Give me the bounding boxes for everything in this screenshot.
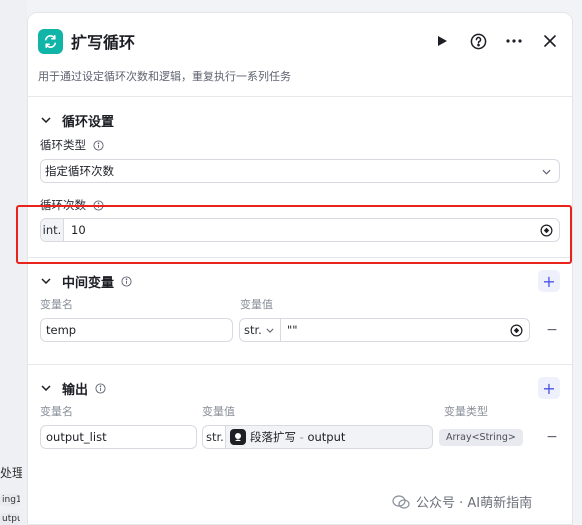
panel-description: 用于通过设定循环次数和逻辑，重复执行一系列任务 [28, 69, 572, 97]
node-avatar-icon [230, 429, 246, 445]
chevron-down-icon[interactable] [40, 382, 52, 394]
output-name-input[interactable]: output_list [40, 425, 197, 449]
type-select[interactable]: str. [239, 318, 281, 342]
col-header-value: 变量值 [202, 405, 235, 418]
loop-type-value: 指定循环次数 [45, 164, 114, 178]
var-value-text: "" [287, 323, 298, 337]
section-title: 中间变量 [62, 275, 115, 291]
chevron-down-icon[interactable] [40, 275, 52, 287]
col-header-name: 变量名 [40, 298, 73, 311]
ref-field-name: output [307, 430, 346, 444]
add-output-button[interactable]: + [538, 377, 560, 399]
add-variable-button[interactable]: + [538, 270, 560, 292]
loop-type-select[interactable]: 指定循环次数 [40, 159, 560, 183]
col-header-name: 变量名 [40, 405, 73, 418]
watermark-text: 公众号 · AI萌新指南 [416, 496, 533, 511]
run-play-icon[interactable] [432, 31, 452, 51]
watermark: 公众号 · AI萌新指南 [392, 492, 532, 511]
chevron-down-icon [266, 328, 274, 333]
chevron-down-icon [542, 164, 551, 178]
node-fragment-tag: ing1 [0, 494, 20, 506]
close-icon[interactable] [540, 31, 560, 51]
table-row: temp str. "" − [40, 318, 560, 342]
ref-node-name: 段落扩写 [250, 430, 296, 444]
var-type-badge: Array<String> [439, 428, 523, 446]
ref-separator: - [296, 430, 308, 444]
node-fragment-label: 处理 [0, 466, 22, 480]
type-select[interactable]: str. [202, 425, 226, 449]
page-title: 扩写循环 [71, 33, 136, 52]
chevron-down-icon[interactable] [40, 114, 52, 126]
type-select-value: str. [244, 323, 262, 337]
table-row: output_list str. 段落扩写 - output Array<Str… [40, 425, 560, 449]
loop-node-panel: 扩写循环 用于通过设定循环次数和逻辑，重复执行一系列任务 循环设置 循环类型 指… [27, 12, 573, 525]
section-title: 输出 [62, 382, 89, 398]
section-title: 循环设置 [62, 114, 115, 130]
panel-header: 扩写循环 [28, 13, 572, 69]
info-icon[interactable] [92, 139, 104, 151]
output-section: 输出 + 变量名 变量值 变量类型 output_list str. 段落扩写 … [28, 365, 572, 449]
output-ref-value[interactable]: 段落扩写 - output [226, 425, 433, 449]
col-header-type: 变量类型 [444, 405, 488, 418]
node-fragment-tag: utput [0, 513, 20, 525]
info-icon[interactable] [94, 382, 106, 394]
more-icon[interactable] [504, 31, 524, 51]
wechat-icon [392, 494, 410, 509]
highlight-box [16, 205, 572, 264]
intermediate-vars-section: 中间变量 + 变量名 变量值 temp str. "" − [28, 258, 572, 365]
loop-type-label: 循环类型 [40, 138, 86, 152]
col-header-value: 变量值 [240, 298, 273, 311]
loop-node-icon [38, 28, 63, 54]
variable-ref-icon[interactable] [510, 324, 523, 337]
help-icon[interactable] [468, 31, 488, 51]
info-icon[interactable] [120, 275, 132, 287]
var-value-input[interactable]: "" [281, 318, 530, 342]
remove-row-button[interactable]: − [544, 322, 560, 338]
remove-row-button[interactable]: − [544, 429, 560, 445]
var-name-input[interactable]: temp [40, 318, 233, 342]
